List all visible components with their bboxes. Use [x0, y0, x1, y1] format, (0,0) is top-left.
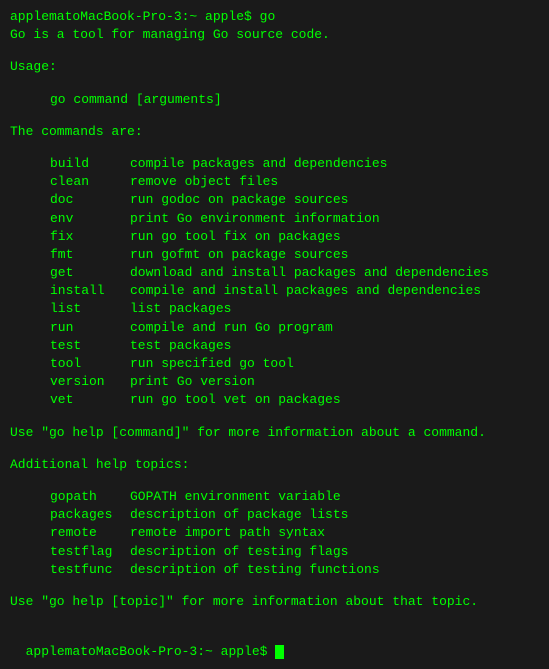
- cursor: [275, 645, 284, 659]
- command-row: fixrun go tool fix on packages: [10, 228, 539, 246]
- command-desc: compile and run Go program: [130, 319, 539, 337]
- commands-label: The commands are:: [10, 123, 539, 141]
- command-row: cleanremove object files: [10, 173, 539, 191]
- intro-text: Go is a tool for managing Go source code…: [10, 26, 539, 44]
- command-desc: list packages: [130, 300, 539, 318]
- command-name: tool: [50, 355, 130, 373]
- command-name: install: [50, 282, 130, 300]
- command-desc: run specified go tool: [130, 355, 539, 373]
- command-desc: compile and install packages and depende…: [130, 282, 539, 300]
- command-row: toolrun specified go tool: [10, 355, 539, 373]
- topic-desc: GOPATH environment variable: [130, 488, 539, 506]
- command-row: testtest packages: [10, 337, 539, 355]
- command-name: vet: [50, 391, 130, 409]
- command-desc: print Go environment information: [130, 210, 539, 228]
- spacer-3: [10, 109, 539, 123]
- commands-list: buildcompile packages and dependenciescl…: [10, 155, 539, 410]
- command-row: envprint Go environment information: [10, 210, 539, 228]
- command-desc: run go tool fix on packages: [130, 228, 539, 246]
- command-row: versionprint Go version: [10, 373, 539, 391]
- topic-row: packagesdescription of package lists: [10, 506, 539, 524]
- topic-name: testfunc: [50, 561, 130, 579]
- command-row: installcompile and install packages and …: [10, 282, 539, 300]
- prompt-line-2: applematoMacBook-Pro-3:~ apple$: [10, 625, 539, 661]
- command-desc: compile packages and dependencies: [130, 155, 539, 173]
- spacer-8: [10, 579, 539, 593]
- command-name: fmt: [50, 246, 130, 264]
- command-desc: run gofmt on package sources: [130, 246, 539, 264]
- spacer-1: [10, 44, 539, 58]
- help-cmd-text: Use "go help [command]" for more informa…: [10, 424, 539, 442]
- topic-row: gopathGOPATH environment variable: [10, 488, 539, 506]
- spacer-4: [10, 141, 539, 155]
- command-row: buildcompile packages and dependencies: [10, 155, 539, 173]
- command-name: clean: [50, 173, 130, 191]
- topic-row: remoteremote import path syntax: [10, 524, 539, 542]
- spacer-5: [10, 410, 539, 424]
- usage-label: Usage:: [10, 58, 539, 76]
- prompt-line-1: applematoMacBook-Pro-3:~ apple$ go: [10, 8, 539, 26]
- command-desc: remove object files: [130, 173, 539, 191]
- command-name: run: [50, 319, 130, 337]
- topic-desc: description of package lists: [130, 506, 539, 524]
- topic-name: remote: [50, 524, 130, 542]
- command-name: build: [50, 155, 130, 173]
- command-name: doc: [50, 191, 130, 209]
- command-row: runcompile and run Go program: [10, 319, 539, 337]
- spacer-9: [10, 611, 539, 625]
- additional-label: Additional help topics:: [10, 456, 539, 474]
- spacer-7: [10, 474, 539, 488]
- command-name: test: [50, 337, 130, 355]
- command-name: fix: [50, 228, 130, 246]
- command-row: vetrun go tool vet on packages: [10, 391, 539, 409]
- spacer-6: [10, 442, 539, 456]
- command-name: get: [50, 264, 130, 282]
- topic-row: testfuncdescription of testing functions: [10, 561, 539, 579]
- command-name: version: [50, 373, 130, 391]
- command-name: env: [50, 210, 130, 228]
- topic-name: gopath: [50, 488, 130, 506]
- topic-desc: remote import path syntax: [130, 524, 539, 542]
- topic-desc: description of testing functions: [130, 561, 539, 579]
- topic-name: packages: [50, 506, 130, 524]
- topic-desc: description of testing flags: [130, 543, 539, 561]
- command-name: list: [50, 300, 130, 318]
- command-desc: run godoc on package sources: [130, 191, 539, 209]
- help-topic-text: Use "go help [topic]" for more informati…: [10, 593, 539, 611]
- topic-row: testflagdescription of testing flags: [10, 543, 539, 561]
- spacer-2: [10, 77, 539, 91]
- command-desc: print Go version: [130, 373, 539, 391]
- command-row: listlist packages: [10, 300, 539, 318]
- topic-name: testflag: [50, 543, 130, 561]
- command-desc: run go tool vet on packages: [130, 391, 539, 409]
- command-row: getdownload and install packages and dep…: [10, 264, 539, 282]
- command-row: docrun godoc on package sources: [10, 191, 539, 209]
- command-desc: download and install packages and depend…: [130, 264, 539, 282]
- usage-cmd: go command [arguments]: [10, 91, 539, 109]
- topics-list: gopathGOPATH environment variablepackage…: [10, 488, 539, 579]
- command-desc: test packages: [130, 337, 539, 355]
- command-row: fmtrun gofmt on package sources: [10, 246, 539, 264]
